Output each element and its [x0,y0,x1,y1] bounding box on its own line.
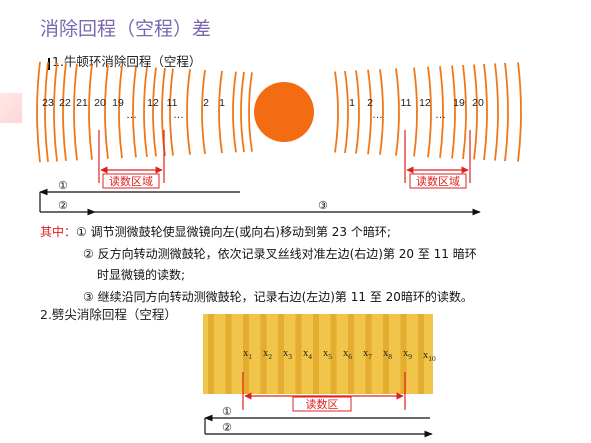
ring-number-right: 19 [453,97,465,109]
read-label-right: 读数区域 [416,174,460,188]
step-2a: ② 反方向转动测微鼓轮，依次记录叉丝线对准左边(右边)第 20 至 11 暗环 [83,246,477,261]
ring-arc [73,63,78,161]
ring-arc [483,63,488,161]
step-1: ① 调节测微鼓轮使显微镜向左(或向右)移动到第 23 个暗环; [76,225,391,239]
ring-arc [344,70,349,154]
ring-number-left: 12 [147,97,159,109]
wedge-move-label-2: ② [222,421,232,434]
ring-arc [240,71,245,153]
ring-arc [44,62,49,162]
ring-number-left: 19 [112,97,124,109]
ring-number-left: 22 [59,97,71,109]
ring-arc [462,64,467,160]
wedge-read-label: 读数区 [306,397,339,411]
ring-number-left: 21 [76,97,88,109]
ring-arc [451,65,456,159]
ring-arc [232,71,237,153]
ring-arc [118,65,123,159]
ring-number-right: 20 [472,97,484,109]
center-spot [254,82,314,142]
ring-arc [104,65,109,159]
notes-lead: 其中： [40,225,77,239]
wedge-stripe [313,314,319,394]
ring-number-right: 1 [349,97,355,109]
ring-number-right: 12 [419,97,431,109]
ring-number-left: 20 [94,97,106,109]
ring-number-right: 11 [401,97,412,109]
wedge-stripe [295,314,302,394]
ring-arc [413,67,418,157]
ellipsis-right-1: … [372,109,383,121]
ring-arc [152,67,157,157]
wedge-stripe [225,314,232,394]
ring-arc [36,61,41,163]
ring-arc [334,71,339,153]
ring-number-left: 1 [219,97,225,109]
ring-arc [494,63,499,161]
ellipsis-left-2: … [173,109,184,121]
ring-arc [427,66,432,158]
ellipsis-right-2: … [435,109,446,121]
ring-arc [395,68,400,156]
ring-arc [201,69,206,155]
newton-rings: 23 22 21 20 19 12 11 2 1 1 2 11 12 19 20 … … … … 读数区域… [36,61,522,216]
ring-arc [517,62,522,162]
ring-arc [88,64,93,160]
move-label-2: ② [58,199,68,212]
ring-number-left: 2 [203,97,209,109]
ring-arc [143,67,148,157]
move-label-3: ③ [318,199,328,212]
section-2-heading: 2.劈尖消除回程（空程） [40,307,177,322]
ring-arc [62,62,67,162]
ring-number-left: 23 [42,97,54,109]
ring-number-right: 2 [367,97,373,109]
ring-arc [367,69,372,155]
move-label-1: ① [58,179,68,192]
wedge-diagram: x1 x2 x3 x4 x5 x6 x7 x8 x9 x10 读数区 ① ② [203,314,436,438]
ring-arc [355,70,360,154]
ring-arc [504,62,509,162]
ring-number-left: 11 [167,97,178,109]
ring-arc [248,72,253,152]
instructions: 其中： ① 调节测微鼓轮使显微镜向左(或向右)移动到第 23 个暗环; ② 反方… [40,222,477,308]
ring-arc [186,69,191,155]
step-2b: 时显微镜的读数; [97,268,186,282]
wedge-move-label-1: ① [222,405,232,418]
ring-arc [53,62,58,162]
ring-arc [473,64,478,160]
read-label-left: 读数区域 [109,174,153,188]
ring-arc [218,70,223,154]
ellipsis-left-1: … [126,109,137,121]
wedge-stripe [208,314,214,394]
